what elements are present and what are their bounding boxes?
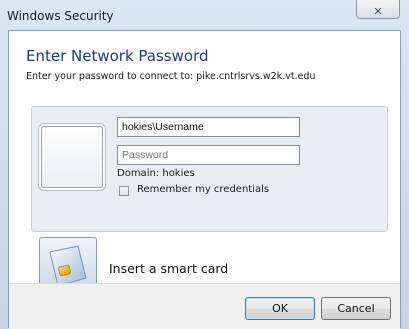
remember-credentials-label[interactable]: Remember my credentials [137,184,269,195]
user-tile-icon[interactable] [41,126,103,188]
title-bar[interactable]: Windows Security ✕ [0,0,409,30]
dialog-heading: Enter Network Password [26,47,209,65]
dialog-subheading: Enter your password to connect to: pike.… [26,71,316,82]
domain-label: Domain: hokies [117,168,195,179]
smart-card-label[interactable]: Insert a smart card [109,261,228,276]
remember-credentials-checkbox[interactable] [119,186,129,196]
close-icon: ✕ [373,5,383,18]
username-field[interactable] [117,117,300,137]
cancel-button[interactable]: Cancel [321,297,391,320]
credential-tile-panel[interactable]: Domain: hokies Remember my credentials [31,106,388,232]
password-field[interactable] [117,145,300,165]
dialog-content: Enter Network Password Enter your passwo… [8,30,401,329]
windows-security-dialog: Windows Security ✕ Enter Network Passwor… [0,0,409,329]
ok-button[interactable]: OK [245,297,315,320]
window-title: Windows Security [7,9,114,23]
dialog-footer: OK Cancel [9,283,400,329]
close-button[interactable]: ✕ [356,0,400,19]
